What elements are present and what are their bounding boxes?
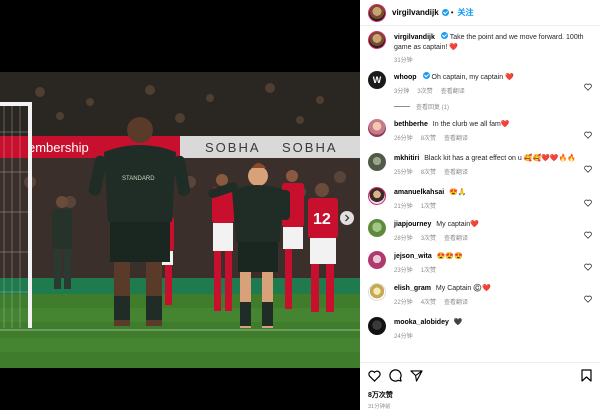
avatar[interactable] [368, 317, 386, 335]
banner-text-left: embership [28, 140, 89, 155]
verified-icon [422, 72, 430, 79]
heart-icon[interactable] [584, 258, 592, 276]
svg-text:STANDARD: STANDARD [122, 176, 155, 182]
comment-item: mkhitiri Black kit has a great effect on… [360, 150, 600, 184]
comment-username[interactable]: jiapjourney [394, 221, 431, 228]
comment-time: 25分钟 [394, 169, 413, 176]
verified-icon [441, 9, 449, 16]
avatar[interactable] [368, 153, 386, 171]
post-caption: virgilvandijk Take the point and we move… [360, 28, 600, 68]
comment-text: In the clurb we all fam❤️ [432, 121, 510, 128]
comment-likes[interactable]: 1次赞 [421, 201, 436, 210]
comment-likes[interactable]: 8次赞 [421, 133, 436, 142]
comment-likes[interactable]: 3次赞 [417, 86, 432, 95]
comment-time: 22分钟 [394, 299, 413, 306]
heart-icon[interactable] [584, 126, 592, 144]
translate-link[interactable]: 查看翻译 [444, 297, 468, 306]
avatar[interactable] [368, 119, 386, 137]
post-photo[interactable]: embership SOBHA SOBHA 12 STANDARD [0, 72, 360, 368]
comment-item: jiapjourney My captain❤️ 28分钟 3次赞 查看翻译 [360, 216, 600, 248]
comment-text: My Captain ©️❤️ [435, 285, 491, 292]
comment-time: 21分钟 [394, 203, 413, 210]
like-count[interactable]: 8万次赞 [360, 390, 600, 400]
comment-item: bethberhe In the clurb we all fam❤️ 26分钟… [360, 116, 600, 150]
post-actions-bar: 8万次赞 31分钟前 [360, 362, 600, 410]
translate-link[interactable]: 查看翻译 [444, 167, 468, 176]
stands [0, 72, 360, 136]
translate-link[interactable]: 查看翻译 [441, 86, 465, 95]
comment-username[interactable]: bethberhe [394, 121, 428, 128]
comment-text: Black kit has a great effect on u 🥰🥰❤️❤️… [424, 155, 577, 162]
comment-time: 23分钟 [394, 267, 413, 274]
comment-likes[interactable]: 8次赞 [421, 167, 436, 176]
comment-time: 26分钟 [394, 135, 413, 142]
bookmark-icon[interactable] [581, 369, 592, 387]
post-header: virgilvandijk • 关注 [360, 0, 600, 26]
comment-text: 🖤 [453, 319, 463, 326]
avatar[interactable] [368, 219, 386, 237]
comment-username[interactable]: mooka_alobidey [394, 319, 449, 326]
translate-link[interactable]: 查看翻译 [444, 233, 468, 242]
match-photo-illustration: embership SOBHA SOBHA 12 STANDARD [0, 72, 360, 368]
comment-item: jejson_wita 😍😍😍 23分钟 1次赞 [360, 248, 600, 280]
comment-item: amanuelkahsai 😍🙏 21分钟 1次赞 [360, 184, 600, 216]
avatar[interactable] [368, 251, 386, 269]
caption-username[interactable]: virgilvandijk [394, 34, 435, 41]
comment-time: 3分钟 [394, 88, 410, 95]
comment-item: W whoop Oh captain, my captain ❤️ 3分钟 3次赞… [360, 68, 600, 116]
banner-text-mid: SOBHA [205, 140, 261, 155]
comment-time: 28分钟 [394, 235, 413, 242]
comment-likes[interactable]: 3次赞 [421, 233, 436, 242]
comment-icon[interactable] [389, 369, 402, 387]
next-photo-button[interactable] [340, 211, 354, 225]
comment-likes[interactable]: 1次赞 [421, 265, 436, 274]
banner-text-right: SOBHA [282, 140, 338, 155]
pitch [0, 294, 360, 368]
comment-time: 24分钟 [394, 333, 413, 340]
comment-username[interactable]: whoop [394, 74, 417, 81]
comment-likes[interactable]: 4次赞 [421, 297, 436, 306]
svg-text:12: 12 [313, 211, 331, 228]
post-author-username[interactable]: virgilvandijk [392, 8, 439, 17]
heart-icon[interactable] [584, 160, 592, 178]
comment-text: My captain❤️ [436, 221, 479, 228]
comment-username[interactable]: jejson_wita [394, 253, 432, 260]
comment-username[interactable]: elish_gram [394, 285, 431, 292]
share-icon[interactable] [410, 369, 423, 387]
comment-item: elish_gram My Captain ©️❤️ 22分钟 4次赞 查看翻译 [360, 280, 600, 314]
comments-list[interactable]: virgilvandijk Take the point and we move… [360, 28, 600, 362]
view-replies-link[interactable]: 查看回复 (1) [394, 102, 590, 111]
follow-button[interactable]: 关注 [458, 7, 474, 18]
comments-panel: virgilvandijk • 关注 virgilvandijk Take th… [360, 0, 600, 410]
heart-icon[interactable] [584, 290, 592, 308]
heart-icon[interactable] [584, 226, 592, 244]
comment-text: 😍😍😍 [436, 253, 463, 260]
post-time: 31分钟前 [368, 404, 391, 410]
heart-icon[interactable] [584, 194, 592, 212]
avatar[interactable] [368, 187, 386, 205]
heart-icon[interactable] [584, 78, 592, 96]
avatar[interactable] [368, 283, 386, 301]
comment-text: 😍🙏 [449, 189, 467, 196]
caption-time: 31分钟 [394, 58, 413, 64]
avatar[interactable] [368, 31, 386, 49]
comment-item: mooka_alobidey 🖤 24分钟 [360, 314, 600, 344]
comment-username[interactable]: amanuelkahsai [394, 189, 444, 196]
translate-link[interactable]: 查看翻译 [444, 133, 468, 142]
post-media-pane: embership SOBHA SOBHA 12 STANDARD [0, 0, 360, 410]
comment-username[interactable]: mkhitiri [394, 155, 419, 162]
chevron-right-icon [344, 214, 350, 222]
heart-icon[interactable] [368, 369, 381, 387]
verified-icon [440, 32, 448, 39]
avatar[interactable] [368, 3, 386, 22]
avatar[interactable]: W [368, 71, 386, 89]
comment-text: Oh captain, my captain ❤️ [431, 74, 514, 81]
